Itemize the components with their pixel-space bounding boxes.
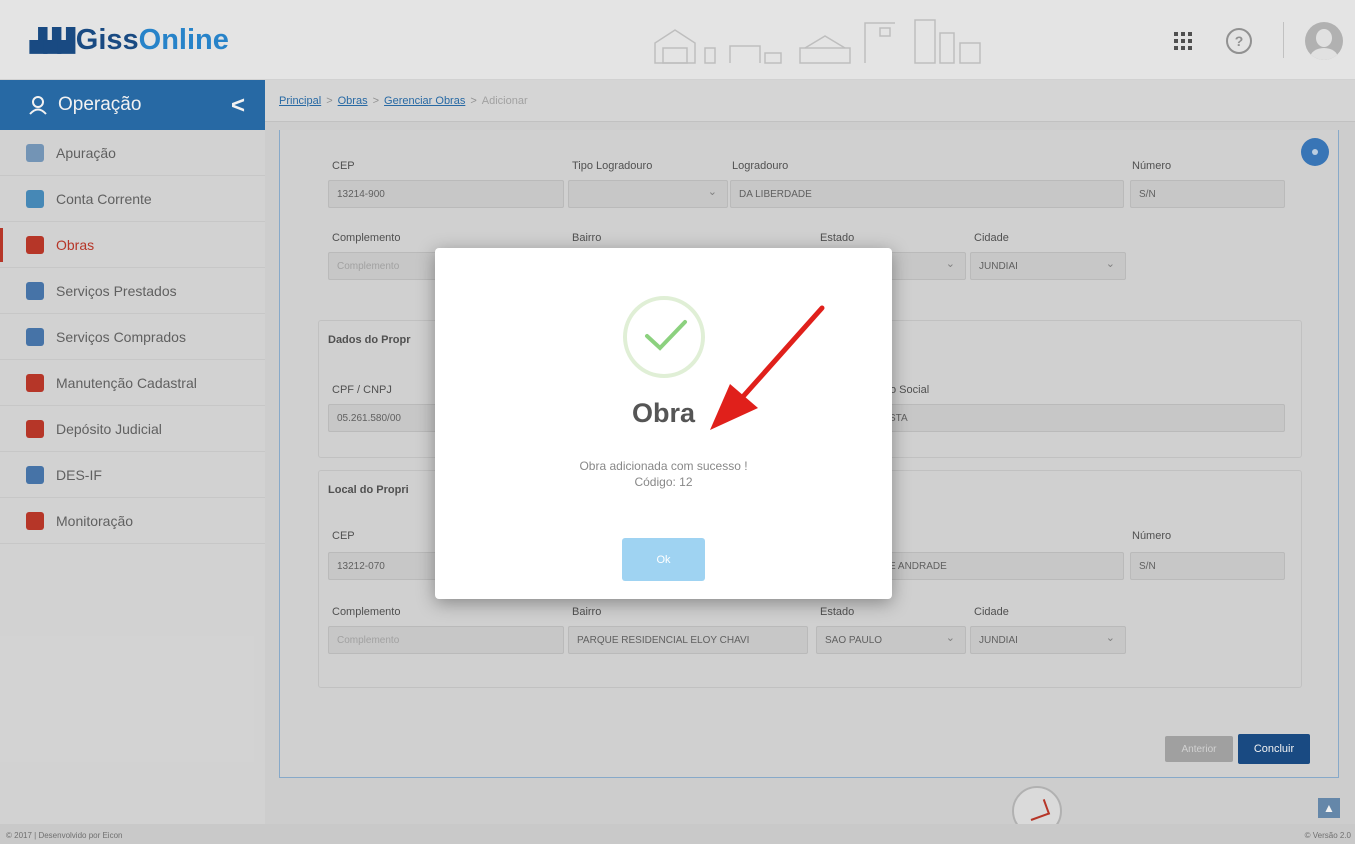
ok-button[interactable]: Ok (622, 538, 705, 581)
dialog-code-line: Código: 12 (634, 475, 693, 489)
success-check-icon (623, 296, 705, 378)
annotation-arrow-icon (710, 305, 825, 430)
dialog-message-line: Obra adicionada com sucesso ! (579, 459, 748, 473)
dialog-message: Obra adicionada com sucesso ! Código: 12 (435, 458, 892, 490)
